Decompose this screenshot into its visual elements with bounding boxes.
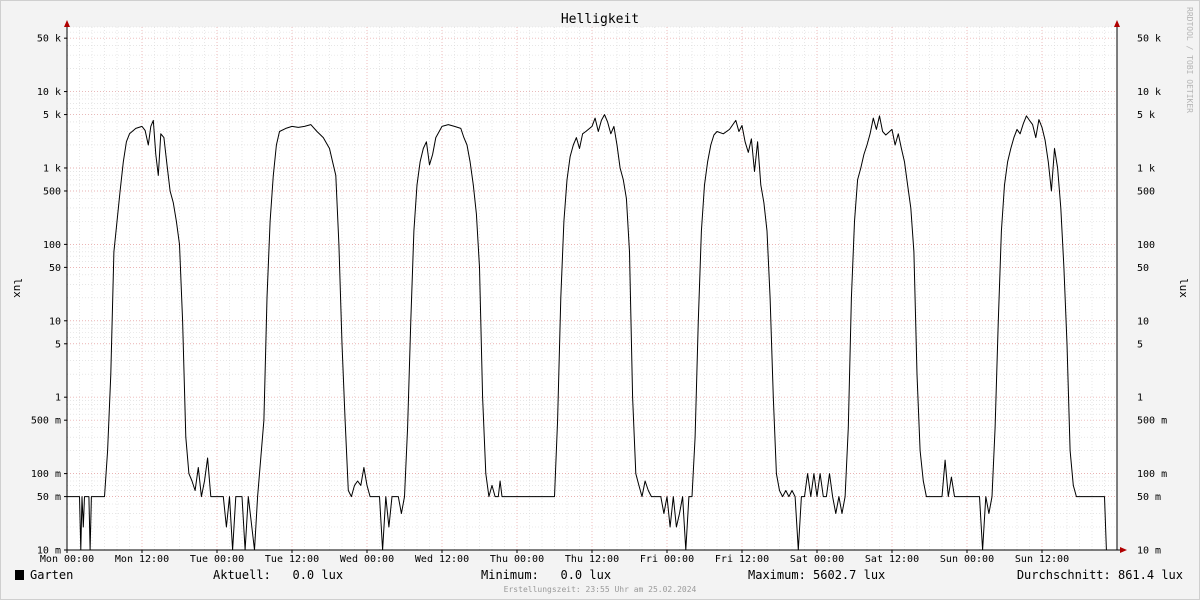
y-tick-label-right: 50 [1137, 263, 1149, 274]
y-tick-label-right: 10 [1137, 316, 1149, 327]
x-tick-label: Thu 12:00 [565, 554, 619, 565]
y-tick-label-left: 50 [49, 263, 61, 274]
x-tick-labels: Mon 00:00 Mon 12:00 Tue 00:00 Tue 12:00 Wed … [40, 554, 1069, 565]
y-tick-label-right: 5 k [1137, 110, 1155, 121]
x-tick-label: Tue 00:00 [190, 554, 244, 565]
brightness-chart: 10 m 50 m 100 m 500 m 1 5 10 50 100 500 1 k 5 k 10 k… [11, 7, 1194, 594]
y-tick-labels-right: 10 m 50 m 100 m 500 m 1 5 10 50 100 500 1 k 5 k 10 k… [1137, 34, 1167, 557]
stat-current: Aktuell: 0.0 lux [213, 568, 343, 582]
y-tick-label-left: 5 k [43, 110, 61, 121]
y-tick-label-right: 10 m [1137, 546, 1161, 557]
y-tick-label-right: 5 [1137, 339, 1143, 350]
chart-title: Helligkeit [561, 12, 639, 27]
y-tick-label-right: 1 [1137, 393, 1143, 404]
x-tick-label: Fri 00:00 [640, 554, 694, 565]
y-tick-label-left: 5 [55, 339, 61, 350]
x-tick-label: Wed 00:00 [340, 554, 394, 565]
y-tick-label-left: 100 m [31, 469, 61, 480]
y-axis-arrow-right-icon [1114, 20, 1120, 27]
y-tick-label-right: 500 [1137, 186, 1155, 197]
y-tick-label-left: 10 k [37, 87, 61, 98]
y-tick-label-right: 10 k [1137, 87, 1161, 98]
x-tick-label: Mon 12:00 [115, 554, 169, 565]
stat-average: Durchschnitt: 861.4 lux [1017, 568, 1183, 582]
y-tick-label-right: 50 m [1137, 492, 1161, 503]
x-tick-label: Wed 12:00 [415, 554, 469, 565]
x-tick-label: Tue 12:00 [265, 554, 319, 565]
y-tick-label-left: 100 [43, 240, 61, 251]
stat-minimum: Minimum: 0.0 lux [481, 568, 611, 582]
y-tick-labels-left: 10 m50 m100 m500 m1510501005001 k5 k10 k… [31, 34, 61, 557]
y-tick-label-left: 500 m [31, 416, 61, 427]
y-axis-arrow-icon [64, 20, 70, 27]
y-tick-label-left: 50 m [37, 492, 61, 503]
rrdtool-watermark: RRDTOOL / TOBI OETIKER [1185, 7, 1194, 113]
stat-maximum: Maximum: 5602.7 lux [748, 568, 885, 582]
y-tick-label-left: 1 [55, 393, 61, 404]
y-axis-label-left: lux [11, 278, 24, 298]
y-tick-label-left: 500 [43, 186, 61, 197]
x-axis-arrow-icon [1120, 547, 1127, 553]
x-tick-label: Sun 00:00 [940, 554, 994, 565]
y-axis-label-right: lux [1177, 278, 1190, 298]
y-tick-label-right: 100 m [1137, 469, 1167, 480]
creation-timestamp: Erstellungszeit: 23:55 Uhr am 25.02.2024 [504, 585, 697, 594]
x-tick-label: Thu 00:00 [490, 554, 544, 565]
y-tick-label-left: 50 k [37, 34, 61, 45]
legend-swatch-garten [15, 570, 24, 580]
legend-label-garten: Garten [30, 568, 73, 582]
y-tick-label-left: 10 [49, 316, 61, 327]
y-tick-label-right: 100 [1137, 240, 1155, 251]
x-tick-label: Fri 12:00 [715, 554, 769, 565]
x-tick-label: Mon 00:00 [40, 554, 94, 565]
y-tick-label-right: 500 m [1137, 416, 1167, 427]
y-tick-label-right: 1 k [1137, 163, 1155, 174]
x-tick-label: Sun 12:00 [1015, 554, 1069, 565]
x-tick-label: Sat 00:00 [790, 554, 844, 565]
y-tick-label-right: 50 k [1137, 34, 1161, 45]
x-tick-label: Sat 12:00 [865, 554, 919, 565]
y-tick-label-left: 1 k [43, 163, 61, 174]
